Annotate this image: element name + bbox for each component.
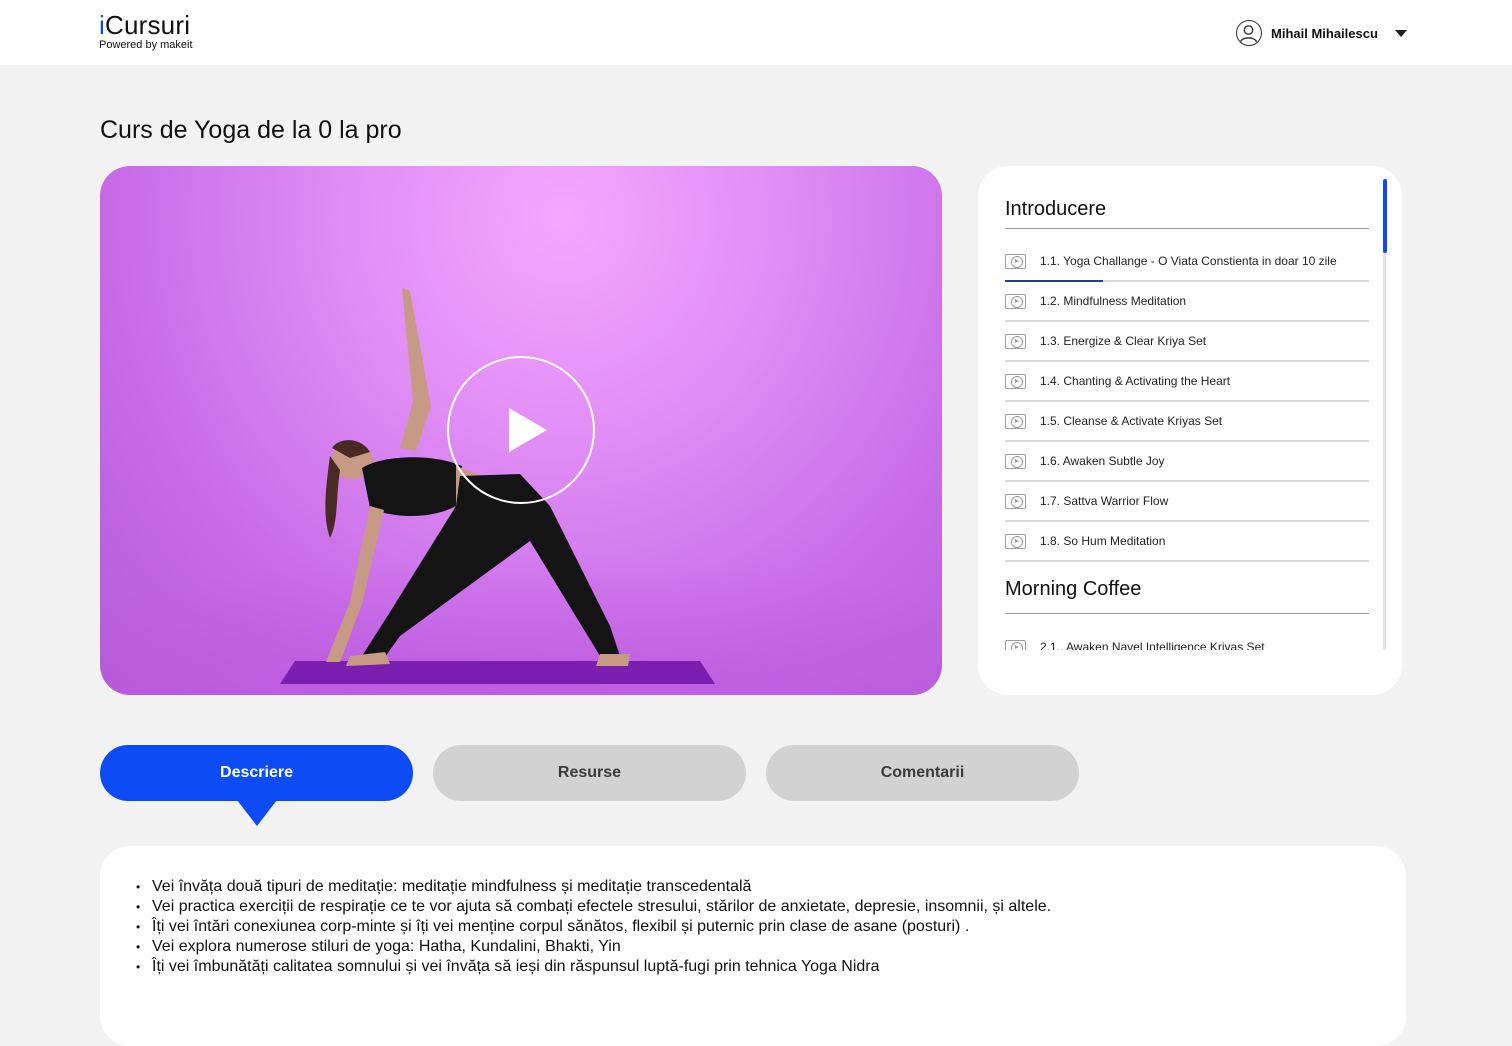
tab-comentarii[interactable]: Comentarii	[766, 745, 1079, 801]
video-lesson-icon	[1005, 373, 1026, 389]
top-bar: iCursuri Powered by makeit Mihail Mihail…	[0, 0, 1512, 65]
video-lesson-icon	[1005, 413, 1026, 429]
lesson-label: 1.4. Chanting & Activating the Heart	[1040, 374, 1231, 388]
active-tab-pointer	[237, 800, 277, 826]
description-item: Vei învăța două tipuri de meditație: med…	[136, 877, 1051, 897]
description-list: Vei învăța două tipuri de meditație: med…	[136, 877, 1051, 977]
lesson-item[interactable]: 1.8. So Hum Meditation	[1005, 522, 1369, 562]
page-title: Curs de Yoga de la 0 la pro	[100, 116, 402, 144]
play-button[interactable]	[447, 356, 595, 504]
logo-wordmark: iCursuri	[99, 10, 191, 40]
lessons-list[interactable]: Introducere 1.1. Yoga Challange - O Viat…	[1005, 180, 1369, 650]
video-player[interactable]	[100, 166, 942, 695]
lesson-item[interactable]: 1.5. Cleanse & Activate Kriyas Set	[1005, 402, 1369, 442]
video-lesson-icon	[1005, 533, 1026, 549]
description-item: Îți vei întări conexiunea corp-minte și …	[136, 917, 1051, 937]
lesson-label: 1.7. Sattva Warrior Flow	[1040, 494, 1169, 508]
lesson-label: 1.3. Energize & Clear Kriya Set	[1040, 334, 1207, 348]
lesson-label: 1.6. Awaken Subtle Joy	[1040, 454, 1165, 468]
video-lesson-icon	[1005, 333, 1026, 349]
logo-tagline: Powered by makeit	[99, 39, 193, 51]
lesson-label: 1.5. Cleanse & Activate Kriyas Set	[1040, 414, 1223, 428]
user-menu[interactable]: Mihail Mihailescu	[1236, 19, 1407, 47]
lesson-item[interactable]: 1.7. Sattva Warrior Flow	[1005, 482, 1369, 522]
play-icon	[509, 408, 547, 452]
lesson-item[interactable]: 1.2. Mindfulness Meditation	[1005, 282, 1369, 322]
lesson-item[interactable]: 1.6. Awaken Subtle Joy	[1005, 442, 1369, 482]
section-title-morning-coffee: Morning Coffee	[1005, 578, 1369, 614]
video-lesson-icon	[1005, 493, 1026, 509]
video-lesson-icon	[1005, 453, 1026, 469]
lesson-label: 2.1.. Awaken Navel Intelligence Kriyas S…	[1040, 640, 1265, 650]
lesson-item[interactable]: 1.1. Yoga Challange - O Viata Constienta…	[1005, 242, 1369, 282]
lesson-item[interactable]: 1.3. Energize & Clear Kriya Set	[1005, 322, 1369, 362]
tab-resurse[interactable]: Resurse	[433, 745, 746, 801]
description-item: Îți vei îmbunătăți calitatea somnului și…	[136, 957, 1051, 977]
section-title-introducere: Introducere	[1005, 180, 1369, 229]
video-lesson-icon	[1005, 253, 1026, 269]
lesson-label: 1.2. Mindfulness Meditation	[1040, 294, 1187, 308]
logo[interactable]: iCursuri Powered by makeit	[99, 10, 193, 51]
user-avatar-icon	[1236, 20, 1262, 46]
description-panel: Vei învăța două tipuri de meditație: med…	[100, 846, 1406, 1046]
lesson-item[interactable]: 2.1.. Awaken Navel Intelligence Kriyas S…	[1005, 627, 1369, 650]
scrollbar-thumb[interactable]	[1383, 179, 1387, 253]
description-item: Vei explora numerose stiluri de yoga: Ha…	[136, 937, 1051, 957]
video-lesson-icon	[1005, 293, 1026, 309]
lessons-panel: Introducere 1.1. Yoga Challange - O Viat…	[978, 166, 1402, 695]
description-item: Vei practica exerciții de respirație ce …	[136, 897, 1051, 917]
tab-descriere[interactable]: Descriere	[100, 745, 413, 801]
lesson-label: 1.1. Yoga Challange - O Viata Constienta…	[1040, 254, 1337, 268]
user-name: Mihail Mihailescu	[1271, 25, 1378, 41]
lesson-item[interactable]: 1.4. Chanting & Activating the Heart	[1005, 362, 1369, 402]
chevron-down-icon[interactable]	[1394, 29, 1407, 37]
video-lesson-icon	[1005, 639, 1026, 650]
lesson-label: 1.8. So Hum Meditation	[1040, 534, 1166, 548]
